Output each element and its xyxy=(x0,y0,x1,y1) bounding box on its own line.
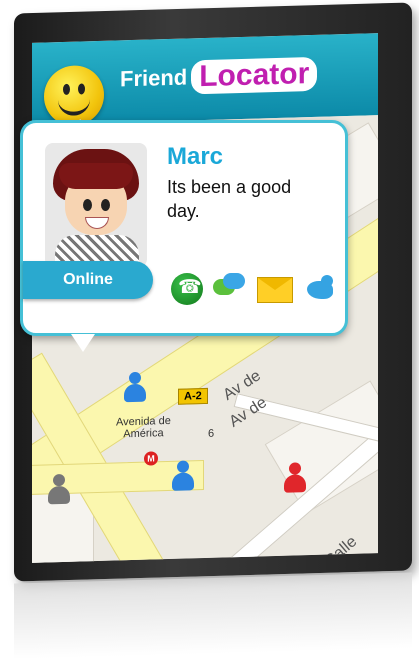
friend-avatar xyxy=(45,143,147,267)
online-status-button[interactable]: Online xyxy=(23,261,153,299)
app-title-friend: Friend xyxy=(120,64,188,92)
friend-info-card: Online Marc Its been a good day. xyxy=(20,120,348,352)
friend-pin-gray-icon[interactable] xyxy=(48,473,70,505)
friend-pin-blue-icon[interactable] xyxy=(124,371,146,403)
chat-icon[interactable] xyxy=(213,273,245,305)
friend-pin-red-icon[interactable] xyxy=(284,462,306,493)
twitter-bird-icon[interactable] xyxy=(303,273,335,305)
smiley-logo-icon xyxy=(44,64,104,127)
map-label-6: 6 xyxy=(208,427,215,440)
device-reflection xyxy=(14,572,412,660)
friend-pin-blue-icon[interactable] xyxy=(172,460,194,491)
friend-name: Marc xyxy=(167,143,224,170)
contact-actions xyxy=(171,273,341,309)
app-title: Friend Locator xyxy=(120,56,318,97)
map-label-avenida: Avenida de América xyxy=(116,414,171,441)
friend-status-message: Its been a good day. xyxy=(167,177,292,221)
phone-icon[interactable] xyxy=(171,273,203,305)
road-sign-a2: A-2 xyxy=(178,387,208,405)
app-header: Friend Locator xyxy=(32,33,378,127)
app-title-locator: Locator xyxy=(191,56,318,95)
mail-icon[interactable] xyxy=(257,277,293,303)
